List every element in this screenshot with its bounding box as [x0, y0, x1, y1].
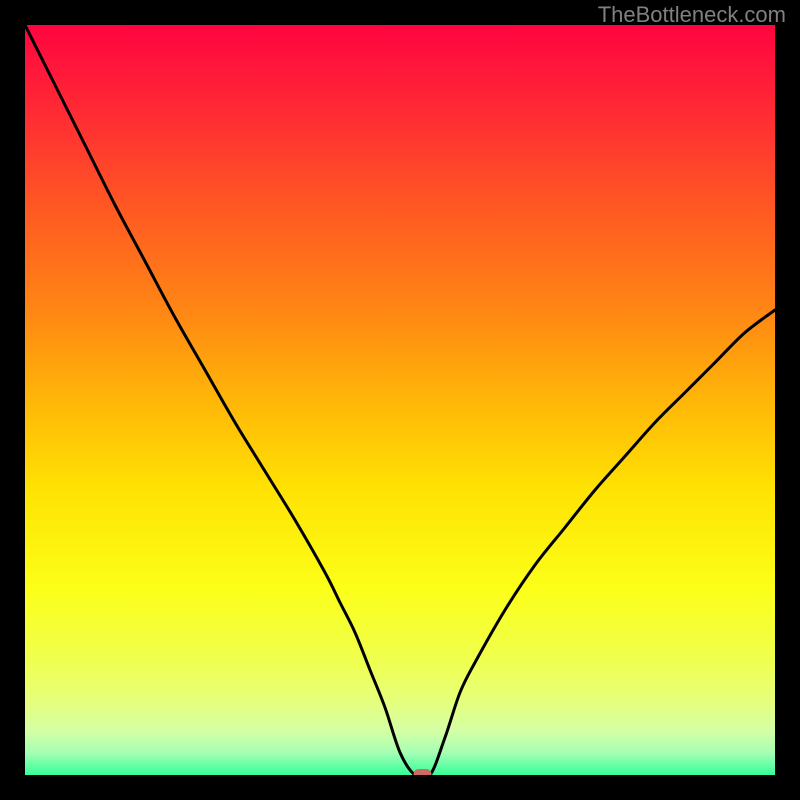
chart-frame: TheBottleneck.com: [0, 0, 800, 800]
bottleneck-plot: [25, 25, 775, 775]
optimal-point-marker: [414, 769, 432, 775]
gradient-background: [25, 25, 775, 775]
chart-svg: [25, 25, 775, 775]
